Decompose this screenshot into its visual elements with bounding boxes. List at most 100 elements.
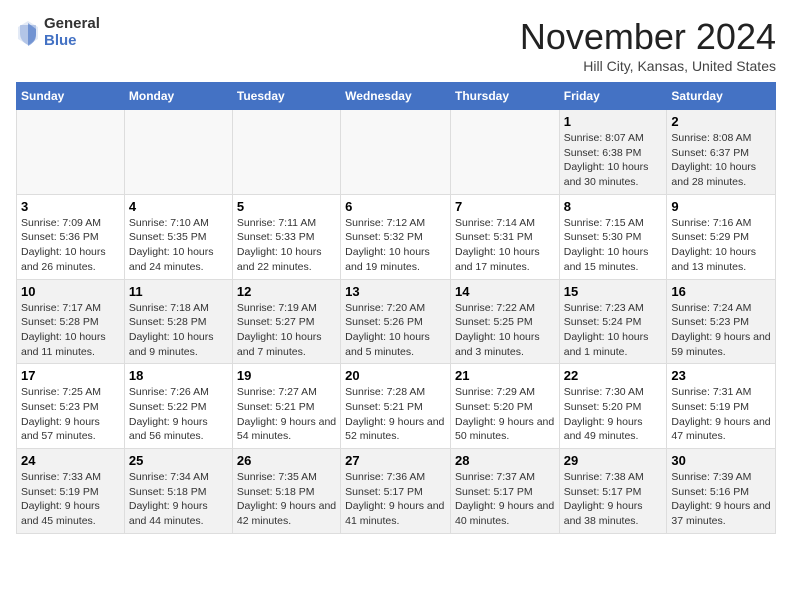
header: General Blue November 2024 Hill City, Ka… (16, 16, 776, 74)
calendar-cell: 23 Sunrise: 7:31 AMSunset: 5:19 PMDayligh… (667, 364, 776, 449)
logo-text: General Blue (44, 16, 100, 49)
calendar-cell: 8 Sunrise: 7:15 AMSunset: 5:30 PMDaylight… (559, 194, 667, 279)
day-number: 22 (564, 368, 663, 383)
day-number: 14 (455, 284, 555, 299)
day-number: 21 (455, 368, 555, 383)
day-info: Sunrise: 7:23 AMSunset: 5:24 PMDaylight:… (564, 301, 663, 360)
day-info: Sunrise: 7:37 AMSunset: 5:17 PMDaylight:… (455, 470, 555, 529)
day-number: 6 (345, 199, 446, 214)
day-info: Sunrise: 8:07 AMSunset: 6:38 PMDaylight:… (564, 131, 663, 190)
calendar-cell: 13 Sunrise: 7:20 AMSunset: 5:26 PMDayligh… (341, 279, 451, 364)
day-info: Sunrise: 7:18 AMSunset: 5:28 PMDaylight:… (129, 301, 228, 360)
calendar-table: SundayMondayTuesdayWednesdayThursdayFrid… (16, 82, 776, 534)
calendar-cell (450, 110, 559, 195)
day-info: Sunrise: 7:22 AMSunset: 5:25 PMDaylight:… (455, 301, 555, 360)
day-number: 29 (564, 453, 663, 468)
day-number: 8 (564, 199, 663, 214)
location: Hill City, Kansas, United States (520, 58, 776, 74)
weekday-header-monday: Monday (124, 83, 232, 110)
calendar-cell: 11 Sunrise: 7:18 AMSunset: 5:28 PMDayligh… (124, 279, 232, 364)
calendar-cell: 17 Sunrise: 7:25 AMSunset: 5:23 PMDayligh… (17, 364, 125, 449)
day-number: 24 (21, 453, 120, 468)
day-info: Sunrise: 7:14 AMSunset: 5:31 PMDaylight:… (455, 216, 555, 275)
day-number: 30 (671, 453, 771, 468)
day-number: 26 (237, 453, 336, 468)
calendar-row: 17 Sunrise: 7:25 AMSunset: 5:23 PMDayligh… (17, 364, 776, 449)
day-info: Sunrise: 7:30 AMSunset: 5:20 PMDaylight:… (564, 385, 663, 444)
logo-icon (16, 19, 40, 47)
weekday-header-row: SundayMondayTuesdayWednesdayThursdayFrid… (17, 83, 776, 110)
day-number: 10 (21, 284, 120, 299)
day-info: Sunrise: 7:24 AMSunset: 5:23 PMDaylight:… (671, 301, 771, 360)
day-number: 3 (21, 199, 120, 214)
weekday-header-friday: Friday (559, 83, 667, 110)
day-info: Sunrise: 7:20 AMSunset: 5:26 PMDaylight:… (345, 301, 446, 360)
weekday-header-thursday: Thursday (450, 83, 559, 110)
day-info: Sunrise: 8:08 AMSunset: 6:37 PMDaylight:… (671, 131, 771, 190)
day-info: Sunrise: 7:29 AMSunset: 5:20 PMDaylight:… (455, 385, 555, 444)
day-number: 11 (129, 284, 228, 299)
calendar-cell: 30 Sunrise: 7:39 AMSunset: 5:16 PMDayligh… (667, 449, 776, 534)
calendar-cell: 14 Sunrise: 7:22 AMSunset: 5:25 PMDayligh… (450, 279, 559, 364)
day-info: Sunrise: 7:31 AMSunset: 5:19 PMDaylight:… (671, 385, 771, 444)
day-info: Sunrise: 7:33 AMSunset: 5:19 PMDaylight:… (21, 470, 120, 529)
calendar-cell (17, 110, 125, 195)
logo: General Blue (16, 16, 100, 49)
month-title: November 2024 (520, 16, 776, 58)
day-info: Sunrise: 7:15 AMSunset: 5:30 PMDaylight:… (564, 216, 663, 275)
calendar-cell: 1Sunrise: 8:07 AMSunset: 6:38 PMDaylight… (559, 110, 667, 195)
weekday-header-saturday: Saturday (667, 83, 776, 110)
day-info: Sunrise: 7:10 AMSunset: 5:35 PMDaylight:… (129, 216, 228, 275)
day-number: 2 (671, 114, 771, 129)
calendar-cell: 20 Sunrise: 7:28 AMSunset: 5:21 PMDayligh… (341, 364, 451, 449)
calendar-cell: 24 Sunrise: 7:33 AMSunset: 5:19 PMDayligh… (17, 449, 125, 534)
day-number: 17 (21, 368, 120, 383)
day-info: Sunrise: 7:36 AMSunset: 5:17 PMDaylight:… (345, 470, 446, 529)
day-info: Sunrise: 7:11 AMSunset: 5:33 PMDaylight:… (237, 216, 336, 275)
calendar-row: 10 Sunrise: 7:17 AMSunset: 5:28 PMDayligh… (17, 279, 776, 364)
calendar-cell (124, 110, 232, 195)
calendar-cell: 3 Sunrise: 7:09 AMSunset: 5:36 PMDaylight… (17, 194, 125, 279)
calendar-cell: 10 Sunrise: 7:17 AMSunset: 5:28 PMDayligh… (17, 279, 125, 364)
calendar-cell: 15Sunrise: 7:23 AMSunset: 5:24 PMDayligh… (559, 279, 667, 364)
day-number: 27 (345, 453, 446, 468)
day-number: 23 (671, 368, 771, 383)
calendar-cell: 19 Sunrise: 7:27 AMSunset: 5:21 PMDayligh… (232, 364, 340, 449)
day-number: 25 (129, 453, 228, 468)
logo-blue: Blue (44, 33, 100, 50)
calendar-row: 1Sunrise: 8:07 AMSunset: 6:38 PMDaylight… (17, 110, 776, 195)
weekday-header-sunday: Sunday (17, 83, 125, 110)
day-info: Sunrise: 7:25 AMSunset: 5:23 PMDaylight:… (21, 385, 120, 444)
day-number: 19 (237, 368, 336, 383)
weekday-header-tuesday: Tuesday (232, 83, 340, 110)
day-info: Sunrise: 7:17 AMSunset: 5:28 PMDaylight:… (21, 301, 120, 360)
day-info: Sunrise: 7:12 AMSunset: 5:32 PMDaylight:… (345, 216, 446, 275)
calendar-cell: 28 Sunrise: 7:37 AMSunset: 5:17 PMDayligh… (450, 449, 559, 534)
day-number: 13 (345, 284, 446, 299)
day-info: Sunrise: 7:27 AMSunset: 5:21 PMDaylight:… (237, 385, 336, 444)
calendar-cell: 9 Sunrise: 7:16 AMSunset: 5:29 PMDaylight… (667, 194, 776, 279)
day-info: Sunrise: 7:26 AMSunset: 5:22 PMDaylight:… (129, 385, 228, 444)
calendar-cell (341, 110, 451, 195)
day-number: 28 (455, 453, 555, 468)
calendar-cell: 21 Sunrise: 7:29 AMSunset: 5:20 PMDayligh… (450, 364, 559, 449)
day-info: Sunrise: 7:09 AMSunset: 5:36 PMDaylight:… (21, 216, 120, 275)
day-number: 4 (129, 199, 228, 214)
day-info: Sunrise: 7:34 AMSunset: 5:18 PMDaylight:… (129, 470, 228, 529)
logo-general: General (44, 16, 100, 33)
day-info: Sunrise: 7:35 AMSunset: 5:18 PMDaylight:… (237, 470, 336, 529)
calendar-cell: 29Sunrise: 7:38 AMSunset: 5:17 PMDayligh… (559, 449, 667, 534)
day-info: Sunrise: 7:16 AMSunset: 5:29 PMDaylight:… (671, 216, 771, 275)
calendar-cell: 26 Sunrise: 7:35 AMSunset: 5:18 PMDayligh… (232, 449, 340, 534)
day-info: Sunrise: 7:39 AMSunset: 5:16 PMDaylight:… (671, 470, 771, 529)
day-number: 16 (671, 284, 771, 299)
calendar-row: 3 Sunrise: 7:09 AMSunset: 5:36 PMDaylight… (17, 194, 776, 279)
day-number: 20 (345, 368, 446, 383)
weekday-header-wednesday: Wednesday (341, 83, 451, 110)
calendar-cell: 6 Sunrise: 7:12 AMSunset: 5:32 PMDaylight… (341, 194, 451, 279)
calendar-cell: 4 Sunrise: 7:10 AMSunset: 5:35 PMDaylight… (124, 194, 232, 279)
calendar-cell: 25 Sunrise: 7:34 AMSunset: 5:18 PMDayligh… (124, 449, 232, 534)
calendar-cell: 22 Sunrise: 7:30 AMSunset: 5:20 PMDayligh… (559, 364, 667, 449)
day-info: Sunrise: 7:28 AMSunset: 5:21 PMDaylight:… (345, 385, 446, 444)
day-number: 9 (671, 199, 771, 214)
